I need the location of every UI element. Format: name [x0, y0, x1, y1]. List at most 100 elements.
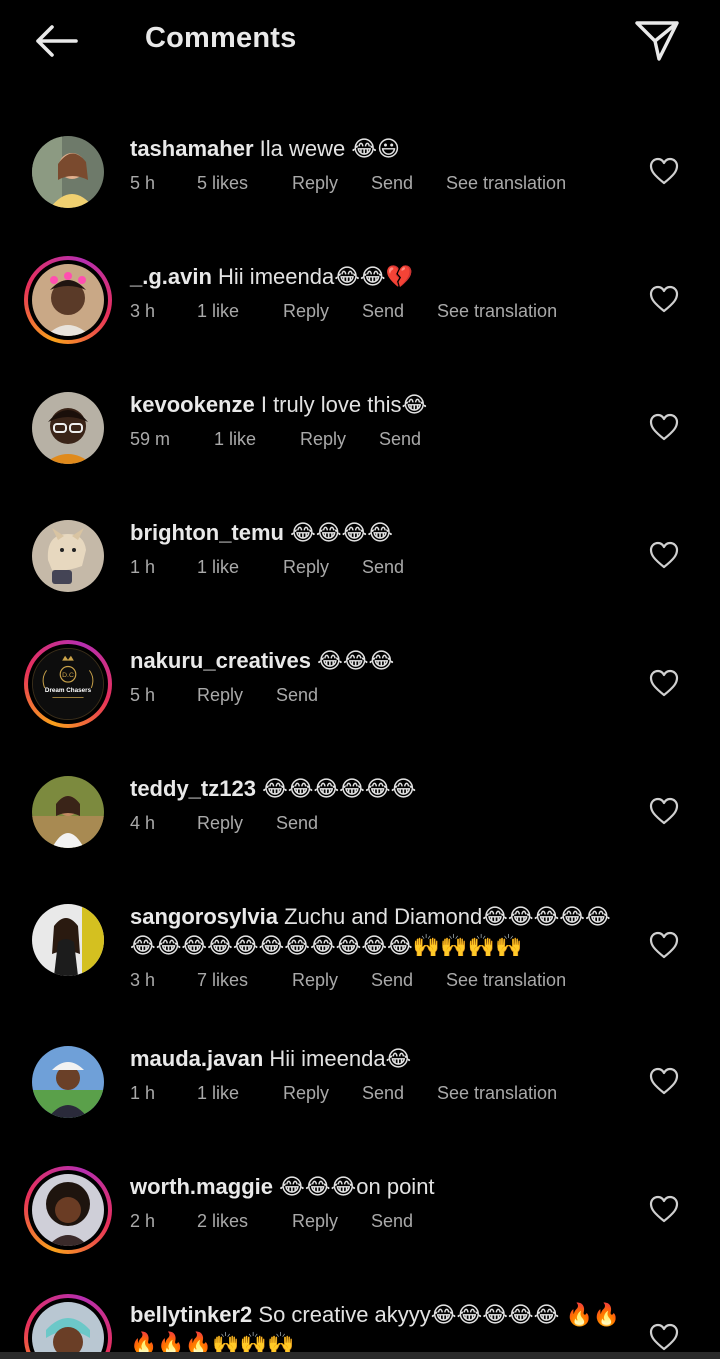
send-button[interactable]: Send: [371, 171, 446, 195]
heart-icon[interactable]: [648, 412, 680, 442]
send-button[interactable]: Send: [379, 427, 454, 451]
comment-likes[interactable]: 2 likes: [197, 1209, 292, 1233]
reply-button[interactable]: Reply: [300, 427, 379, 451]
comment-likes[interactable]: 7 likes: [197, 968, 292, 992]
heart-icon[interactable]: [648, 540, 680, 570]
reply-button[interactable]: Reply: [292, 1209, 371, 1233]
comment-list: tashamaher Ila wewe 😂😃 5 h 5 likes Reply…: [0, 96, 720, 1359]
comment-item: _.g.avin Hii imeenda😂😂💔 3 h 1 like Reply…: [0, 224, 720, 352]
comment-time: 3 h: [130, 301, 156, 321]
send-button[interactable]: Send: [276, 811, 351, 835]
avatar[interactable]: [32, 904, 104, 976]
comment-time: 2 h: [130, 1211, 156, 1231]
comment-text: Ila wewe 😂😃: [253, 136, 400, 161]
comment-item: D.C Dream Chasers nakuru_creatives 😂😂😂 5…: [0, 608, 720, 736]
comment-text: Hii imeenda😂: [263, 1046, 412, 1071]
comment-time: 4 h: [130, 813, 156, 833]
heart-icon[interactable]: [648, 284, 680, 314]
comment-likes[interactable]: 1 like: [197, 299, 283, 323]
reply-button[interactable]: Reply: [283, 1081, 362, 1105]
heart-icon[interactable]: [648, 1322, 680, 1352]
paper-plane-icon: [635, 21, 679, 61]
comment-text: 😂😂😂😂😂😂: [255, 776, 417, 801]
comment-time: 1 h: [130, 1083, 156, 1103]
comment-username[interactable]: brighton_temu: [130, 520, 284, 545]
comment-item: worth.maggie 😂😂😂on point 2 h 2 likes Rep…: [0, 1134, 720, 1262]
heart-icon[interactable]: [648, 1194, 680, 1224]
page-title: Comments: [145, 22, 297, 54]
comment-likes[interactable]: 1 like: [214, 427, 300, 451]
comment-username[interactable]: sangorosylvia: [130, 904, 278, 929]
reply-button[interactable]: Reply: [292, 968, 371, 992]
comment-likes[interactable]: 1 like: [197, 1081, 283, 1105]
heart-icon[interactable]: [648, 930, 680, 960]
dream-chasers-logo: D.C Dream Chasers: [33, 649, 103, 719]
heart-icon[interactable]: [648, 668, 680, 698]
comment-item: mauda.javan Hii imeenda😂 1 h 1 like Repl…: [0, 1006, 720, 1134]
back-button[interactable]: [28, 18, 84, 64]
comment-item: teddy_tz123 😂😂😂😂😂😂 4 h Reply Send: [0, 736, 720, 864]
avatar-photo: [32, 520, 104, 592]
avatar[interactable]: [32, 520, 104, 592]
avatar[interactable]: [32, 136, 104, 208]
share-button[interactable]: [630, 18, 684, 64]
see-translation-link[interactable]: See translation: [446, 968, 566, 992]
avatar[interactable]: [24, 256, 112, 344]
avatar-photo: [32, 264, 104, 336]
send-button[interactable]: Send: [371, 968, 446, 992]
heart-icon[interactable]: [648, 1066, 680, 1096]
reply-button[interactable]: Reply: [283, 299, 362, 323]
comment-username[interactable]: nakuru_creatives: [130, 648, 311, 673]
send-button[interactable]: Send: [371, 1209, 446, 1233]
avatar-photo: [32, 136, 104, 208]
comment-text: Hii imeenda😂😂💔: [211, 264, 414, 289]
reply-button[interactable]: Reply: [197, 811, 276, 835]
comment-username[interactable]: tashamaher: [130, 136, 254, 161]
avatar-photo: [32, 1174, 104, 1246]
avatar-photo: [32, 776, 104, 848]
logo-name: Dream Chasers: [45, 687, 92, 694]
comment-item: bellytinker2 So creative akyyy😂😂😂😂😂 🔥🔥🔥🔥…: [0, 1262, 720, 1359]
comment-username[interactable]: worth.maggie: [130, 1174, 273, 1199]
see-translation-link[interactable]: See translation: [437, 1081, 557, 1105]
avatar[interactable]: [32, 776, 104, 848]
comment-item: tashamaher Ila wewe 😂😃 5 h 5 likes Reply…: [0, 96, 720, 224]
avatar-photo: [32, 1046, 104, 1118]
send-button[interactable]: Send: [362, 299, 437, 323]
comment-item: kevookenze I truly love this😂 59 m 1 lik…: [0, 352, 720, 480]
avatar[interactable]: [24, 1166, 112, 1254]
avatar[interactable]: [32, 392, 104, 464]
logo-initials: D.C: [62, 672, 74, 679]
comment-username[interactable]: _.g.avin: [130, 264, 212, 289]
send-button[interactable]: Send: [276, 683, 351, 707]
comment-likes[interactable]: 5 likes: [197, 171, 292, 195]
comment-username[interactable]: mauda.javan: [130, 1046, 263, 1071]
avatar-photo: [32, 392, 104, 464]
comment-username[interactable]: bellytinker2: [130, 1302, 252, 1327]
see-translation-link[interactable]: See translation: [446, 171, 566, 195]
reply-button[interactable]: Reply: [283, 555, 362, 579]
arrow-left-icon: [36, 25, 78, 57]
comment-text: 😂😂😂on point: [273, 1174, 435, 1199]
comment-item: sangorosylvia Zuchu and Diamond😂😂😂😂😂😂😂😂😂…: [0, 864, 720, 1006]
heart-icon[interactable]: [648, 796, 680, 826]
comment-time: 1 h: [130, 557, 156, 577]
avatar[interactable]: [32, 1046, 104, 1118]
comment-username[interactable]: teddy_tz123: [130, 776, 256, 801]
comment-text: I truly love this😂: [254, 392, 428, 417]
bottom-nav-edge: [0, 1352, 720, 1359]
send-button[interactable]: Send: [362, 555, 437, 579]
reply-button[interactable]: Reply: [292, 171, 371, 195]
comment-text: 😂😂😂: [311, 648, 395, 673]
comment-time: 3 h: [130, 970, 156, 990]
avatar[interactable]: D.C Dream Chasers: [24, 640, 112, 728]
avatar[interactable]: [24, 1294, 112, 1359]
see-translation-link[interactable]: See translation: [437, 299, 557, 323]
comment-time: 59 m: [130, 429, 171, 449]
comment-likes[interactable]: 1 like: [197, 555, 283, 579]
reply-button[interactable]: Reply: [197, 683, 276, 707]
send-button[interactable]: Send: [362, 1081, 437, 1105]
avatar-photo: [32, 1302, 104, 1359]
heart-icon[interactable]: [648, 156, 680, 186]
comment-username[interactable]: kevookenze: [130, 392, 255, 417]
